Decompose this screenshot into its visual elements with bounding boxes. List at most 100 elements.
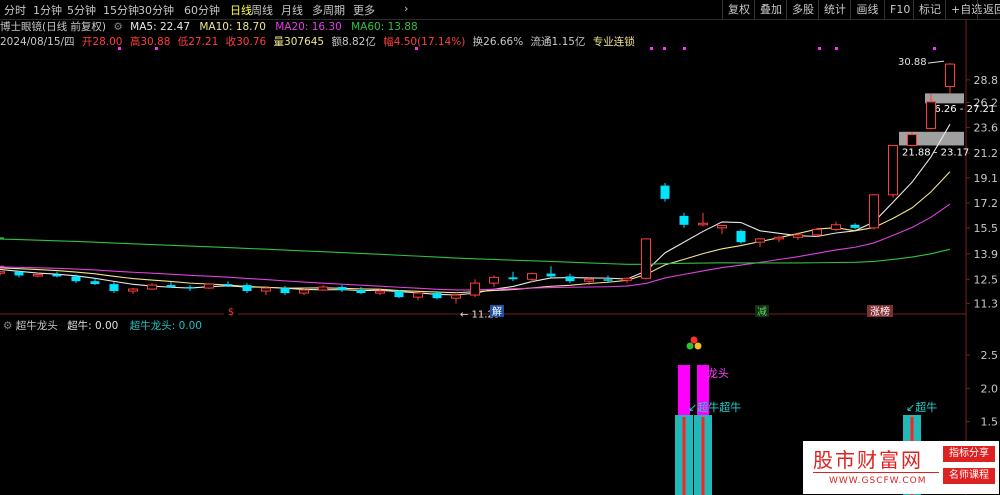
candle-body-10 bbox=[147, 284, 157, 290]
amt-value: 8.82亿 bbox=[341, 36, 376, 48]
candle-body-35 bbox=[622, 277, 632, 281]
candle-body-46 bbox=[831, 224, 841, 230]
toolbar-button-0[interactable]: 复权 bbox=[722, 0, 754, 19]
timeframe-tab-8[interactable]: 月线 bbox=[281, 2, 303, 18]
high-price-label: 30.88 bbox=[898, 57, 927, 68]
candle-body-43 bbox=[774, 236, 784, 240]
signal-clover-icon-2 bbox=[694, 342, 702, 350]
ind-y-tick-label-1: 1.5 bbox=[981, 416, 999, 429]
timeframe-tab-5[interactable]: 60分钟 bbox=[184, 2, 220, 18]
candle-body-20 bbox=[337, 287, 347, 291]
industry-tag[interactable]: 专业连锁 bbox=[593, 36, 635, 48]
candle-body-25 bbox=[432, 293, 442, 299]
float-label: 流通 bbox=[530, 36, 552, 48]
toolbar-button-8[interactable]: 返回 bbox=[977, 0, 1000, 19]
candle-body-3 bbox=[14, 271, 24, 276]
y-tick-label-7: 23.6 bbox=[974, 121, 999, 134]
signal-dot-3 bbox=[650, 47, 653, 50]
signal-dot-5 bbox=[683, 47, 686, 50]
toolbar-button-7[interactable]: +自选 bbox=[945, 0, 982, 19]
timeframe-tab-9[interactable]: 多周期 bbox=[312, 2, 345, 18]
open-label: 开 bbox=[81, 36, 93, 48]
candle-body-12 bbox=[185, 287, 195, 289]
candle-body-37 bbox=[660, 185, 670, 199]
candle-body-13 bbox=[204, 283, 214, 289]
candle-body-24 bbox=[413, 292, 423, 298]
turn-value: 26.66% bbox=[483, 36, 524, 48]
candle-body-11 bbox=[166, 285, 176, 288]
candle-body-32 bbox=[565, 276, 575, 282]
watermark-logo: 股市财富网 WWW.GSCFW.COM 指标分享 名师课程 bbox=[803, 441, 999, 494]
toolbar-button-1[interactable]: 叠加 bbox=[754, 0, 786, 19]
timeframe-tab-10[interactable]: 更多 bbox=[353, 2, 375, 18]
ind-label-2: ↙超牛 bbox=[906, 400, 937, 414]
chg-label: 幅 bbox=[383, 36, 394, 48]
candle-body-33 bbox=[584, 278, 594, 282]
timeframe-tab-1[interactable]: 1分钟 bbox=[33, 2, 62, 18]
gap-zone-upper-label: 26.26 - 27.21 bbox=[928, 104, 995, 115]
signal-clover-icon-1 bbox=[686, 342, 694, 350]
ma-line-ma60 bbox=[0, 237, 951, 265]
candle-body-28 bbox=[489, 276, 499, 284]
timeframe-tab-0[interactable]: 分时 bbox=[4, 2, 26, 18]
timeframe-tab-3[interactable]: 15分钟 bbox=[103, 2, 139, 18]
kline-chart-svg[interactable]: 11.312.513.915.517.219.121.223.626.228.8… bbox=[0, 0, 1000, 495]
timeframe-tab-7[interactable]: 周线 bbox=[251, 2, 273, 18]
timeframe-tab-2[interactable]: 5分钟 bbox=[67, 2, 96, 18]
signal-dot-7 bbox=[835, 47, 838, 50]
y-tick-label-1: 12.5 bbox=[974, 273, 999, 286]
y-tick-label-0: 11.3 bbox=[974, 297, 999, 310]
timeframe-tab-4[interactable]: 30分钟 bbox=[138, 2, 174, 18]
settings-gear-icon[interactable]: ⚙ bbox=[113, 21, 122, 33]
ma20-value: MA20: 16.30 bbox=[275, 21, 342, 33]
high-value: 30.88 bbox=[140, 36, 171, 48]
stock-title: 博士眼镜(日线 前复权) bbox=[0, 21, 107, 33]
event-marker-3: 涨榜 bbox=[870, 305, 890, 318]
turn-label: 换 bbox=[472, 36, 484, 48]
timeframe-tab-6[interactable]: 日线 bbox=[230, 2, 252, 18]
toolbar-button-3[interactable]: 统计 bbox=[818, 0, 850, 19]
date-value: 2024/08/15/四 bbox=[0, 36, 75, 48]
candle-body-4 bbox=[33, 274, 43, 277]
candle-body-47 bbox=[850, 224, 860, 228]
y-tick-label-4: 17.2 bbox=[974, 197, 999, 210]
close-value: 30.76 bbox=[236, 36, 267, 48]
signal-dot-6 bbox=[818, 47, 821, 50]
y-tick-label-6: 21.2 bbox=[974, 147, 999, 160]
candle-body-34 bbox=[603, 279, 613, 281]
candle-body-51 bbox=[926, 101, 936, 129]
watermark-tag-teacher-course: 名师课程 bbox=[943, 468, 995, 484]
signal-clover-icon-0 bbox=[690, 336, 698, 344]
watermark-url: WWW.GSCFW.COM bbox=[829, 476, 927, 486]
candle-body-7 bbox=[90, 281, 100, 285]
toolbar-button-4[interactable]: 画线 bbox=[850, 0, 884, 19]
main-chart-header: 博士眼镜(日线 前复权) ⚙ MA5: 22.47 MA10: 18.70 MA… bbox=[0, 19, 418, 33]
event-marker-2: 减 bbox=[757, 306, 767, 318]
high-price-pointer bbox=[927, 60, 945, 64]
candle-body-50 bbox=[907, 134, 917, 146]
float-value: 1.15亿 bbox=[551, 36, 586, 48]
vol-label: 量 bbox=[273, 36, 285, 48]
indicator-legend-chaoniu-longtou: 超牛龙头: 0.00 bbox=[129, 320, 202, 332]
candle-body-5 bbox=[52, 274, 62, 277]
toolbar-button-6[interactable]: 标记 bbox=[913, 0, 945, 19]
event-marker-1: 解 bbox=[492, 305, 502, 318]
indicator-legend-chaoniu: 超牛: 0.00 bbox=[67, 320, 119, 332]
signal-dot-8 bbox=[933, 47, 936, 50]
period-toolbar: 分时 1分钟 5分钟 15分钟 30分钟 60分钟 日线 周线 月线 多周期 更多 › 复权 叠加 多股 统计… bbox=[0, 0, 1000, 20]
candle-body-30 bbox=[527, 273, 537, 280]
toolbar-button-2[interactable]: 多股 bbox=[786, 0, 818, 19]
ma-line-ma10 bbox=[0, 171, 951, 294]
high-label: 高 bbox=[129, 36, 141, 48]
more-arrow-icon[interactable]: › bbox=[404, 2, 408, 15]
ma10-value: MA10: 18.70 bbox=[199, 21, 266, 33]
vol-value: 307645 bbox=[284, 36, 325, 48]
close-label: 收 bbox=[225, 36, 237, 48]
candle-body-19 bbox=[318, 286, 328, 291]
y-tick-label-5: 19.1 bbox=[974, 172, 999, 185]
chg-value: 4.50(17.14%) bbox=[393, 36, 466, 48]
toolbar-button-5[interactable]: F10 bbox=[884, 0, 913, 19]
ind-y-tick-label-3: 2.5 bbox=[981, 349, 999, 362]
indicator-settings-gear-icon[interactable]: ⚙ bbox=[3, 320, 12, 332]
open-value: 28.00 bbox=[92, 36, 123, 48]
